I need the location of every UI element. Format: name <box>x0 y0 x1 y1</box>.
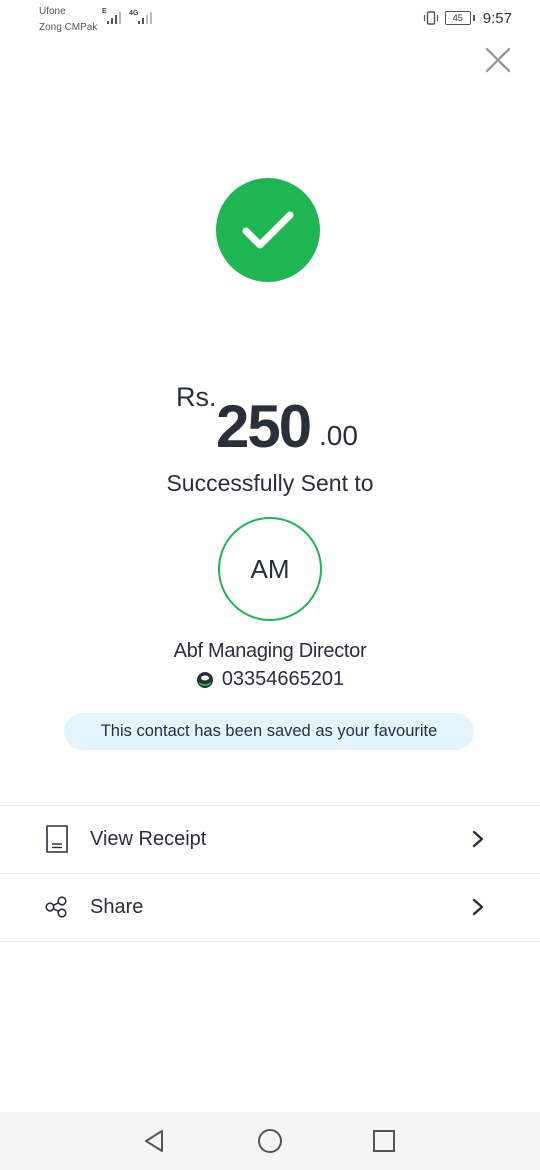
system-navigation-bar <box>0 1112 540 1170</box>
favourite-notice: This contact has been saved as your favo… <box>64 713 474 750</box>
wallet-logo-icon <box>196 671 213 688</box>
receipt-icon <box>46 825 68 853</box>
signal-icon <box>138 12 152 24</box>
close-icon[interactable] <box>482 44 514 76</box>
view-receipt-label: View Receipt <box>90 828 207 850</box>
status-right: 45 9:57 <box>423 8 512 28</box>
recipient-number-row: 03354665201 <box>0 668 540 691</box>
back-icon[interactable] <box>140 1127 168 1155</box>
view-receipt-button[interactable]: View Receipt <box>0 805 540 873</box>
status-bar: Ufone Zong CMPak E 4G 45 9:57 <box>0 0 540 40</box>
share-button[interactable]: Share <box>0 873 540 942</box>
favourite-notice-text: This contact has been saved as your favo… <box>100 722 438 740</box>
payment-success-screen: Ufone Zong CMPak E 4G 45 9:57 Rs. 250 .0… <box>0 0 540 1170</box>
avatar-initials: AM <box>250 553 290 584</box>
clock: 9:57 <box>482 9 512 27</box>
share-icon <box>45 896 67 918</box>
amount-whole: 250 <box>216 393 312 460</box>
battery-icon: 45 <box>444 11 475 25</box>
vibrate-icon <box>423 11 438 25</box>
currency-label: Rs. <box>176 382 217 412</box>
success-check-badge <box>216 178 320 282</box>
carrier-2: Zong CMPak <box>39 22 98 33</box>
amount-decimal: .00 <box>319 420 358 451</box>
status-message: Successfully Sent to <box>166 470 374 496</box>
sent-amount: Rs. 250 .00 <box>0 380 540 460</box>
signal-icon <box>107 12 121 24</box>
recipient-number: 03354665201 <box>221 668 345 690</box>
chevron-right-icon <box>472 898 484 916</box>
recents-icon[interactable] <box>370 1127 398 1155</box>
share-label: Share <box>90 896 144 918</box>
recipient-avatar: AM <box>218 517 322 621</box>
recipient-name: Abf Managing Director <box>173 640 367 662</box>
home-icon[interactable] <box>256 1127 284 1155</box>
checkmark-icon <box>242 211 294 249</box>
carrier-1: Ufone <box>39 6 66 17</box>
chevron-right-icon <box>472 830 484 848</box>
carrier-names: Ufone Zong CMPak <box>39 4 97 36</box>
